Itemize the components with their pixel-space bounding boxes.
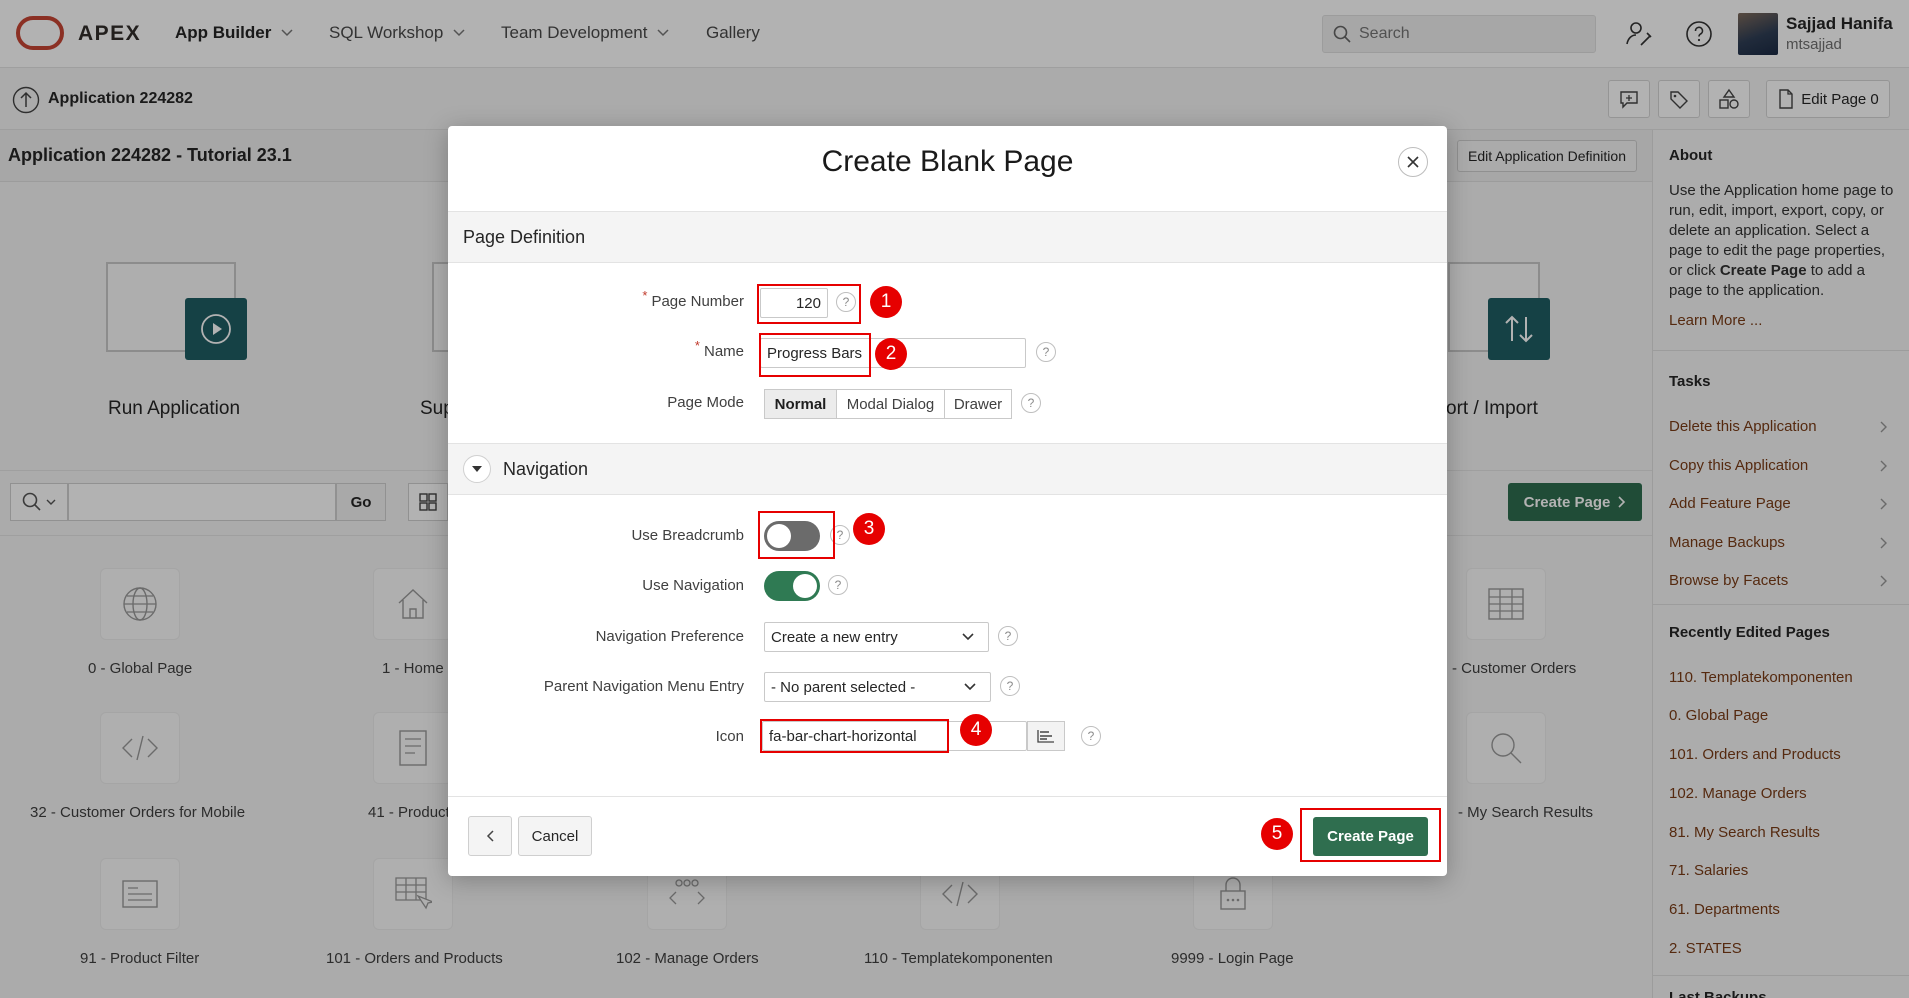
use-breadcrumb-label: Use Breadcrumb <box>631 527 744 544</box>
step-badge: 3 <box>853 513 885 545</box>
page-definition-section <box>448 211 1447 263</box>
icon-label: Icon <box>715 728 744 745</box>
page-definition-title: Page Definition <box>463 227 586 247</box>
highlight-box <box>757 284 861 324</box>
toggle-knob <box>793 574 817 598</box>
previous-button[interactable] <box>468 816 512 856</box>
close-icon <box>1407 156 1419 168</box>
navigation-preference-select[interactable]: Create a new entry <box>764 622 989 652</box>
help-button[interactable]: ? <box>828 575 848 595</box>
chevron-down-icon <box>962 633 974 641</box>
page-mode-drawer[interactable]: Drawer <box>944 389 1012 419</box>
page-mode-label: Page Mode <box>667 394 744 411</box>
page-mode-modal-dialog[interactable]: Modal Dialog <box>836 389 945 419</box>
help-button[interactable]: ? <box>1081 726 1101 746</box>
parent-navigation-select[interactable]: - No parent selected - <box>764 672 991 702</box>
chevron-left-icon <box>486 830 494 842</box>
cancel-button[interactable]: Cancel <box>518 816 592 856</box>
dialog-title: Create Blank Page <box>821 145 1074 178</box>
required-marker: * <box>642 288 648 303</box>
icon-picker-button[interactable] <box>1027 721 1065 751</box>
step-badge: 2 <box>875 338 907 370</box>
chevron-down-icon <box>964 683 976 691</box>
help-button[interactable]: ? <box>998 626 1018 646</box>
page-number-label-text: Page Number <box>651 293 744 310</box>
page-mode-normal[interactable]: Normal <box>764 389 837 419</box>
triangle-down-icon <box>472 466 482 472</box>
collapse-toggle[interactable] <box>463 455 491 483</box>
highlight-box <box>760 719 949 753</box>
highlight-box <box>759 333 871 377</box>
parent-navigation-value: - No parent selected - <box>771 678 916 696</box>
parent-navigation-label: Parent Navigation Menu Entry <box>543 678 744 695</box>
close-button[interactable] <box>1398 147 1428 177</box>
highlight-box <box>1300 808 1441 862</box>
bar-chart-horizontal-icon <box>1037 730 1054 743</box>
step-badge: 4 <box>960 714 992 746</box>
navigation-preference-label: Navigation Preference <box>595 628 744 645</box>
highlight-box <box>758 511 835 559</box>
page-number-label: * Page Number <box>642 288 744 310</box>
navigation-preference-value: Create a new entry <box>771 628 898 646</box>
use-navigation-toggle[interactable] <box>764 571 820 601</box>
navigation-section <box>448 443 1447 495</box>
required-marker: * <box>694 338 700 353</box>
help-button[interactable]: ? <box>1000 676 1020 696</box>
step-badge: 5 <box>1261 818 1293 850</box>
help-button[interactable]: ? <box>1036 342 1056 362</box>
navigation-title: Navigation <box>503 459 589 479</box>
use-navigation-label: Use Navigation <box>642 577 744 594</box>
dialog-footer-divider <box>448 796 1447 797</box>
help-button[interactable]: ? <box>1021 393 1041 413</box>
name-label: * Name <box>695 338 744 360</box>
step-badge: 1 <box>870 286 902 318</box>
name-label-text: Name <box>703 343 744 360</box>
